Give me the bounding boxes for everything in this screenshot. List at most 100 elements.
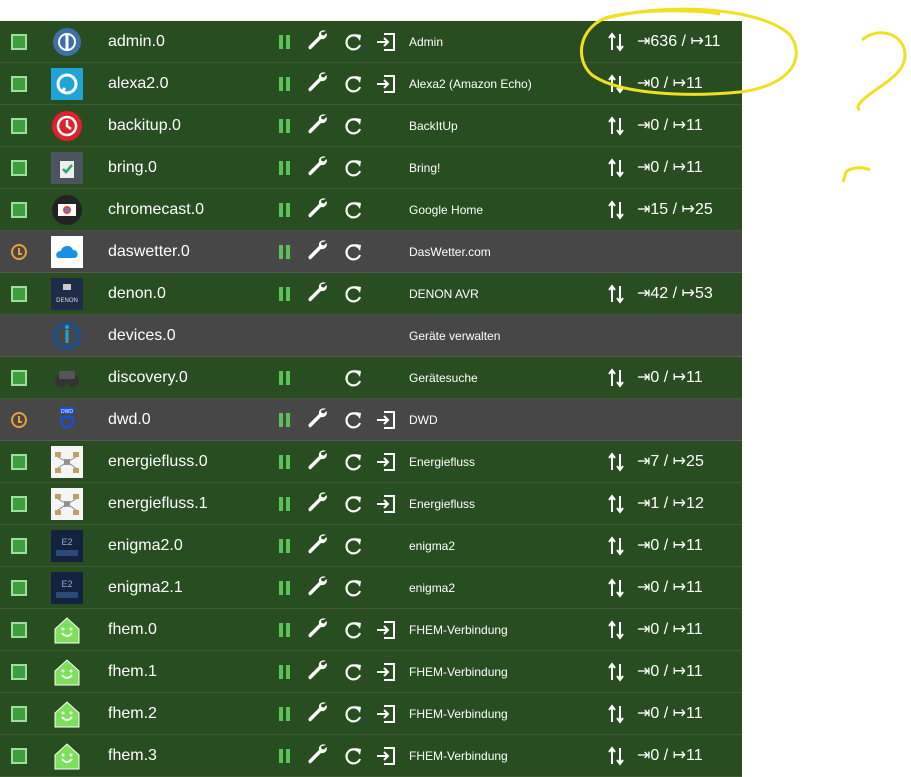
settings-wrench-icon[interactable] [306, 28, 330, 54]
connection-arrows-icon [607, 450, 625, 474]
settings-wrench-icon[interactable] [306, 574, 330, 600]
pause-icon[interactable] [279, 119, 291, 133]
settings-wrench-icon[interactable] [306, 616, 330, 642]
pause-icon[interactable] [279, 665, 291, 679]
pause-icon[interactable] [279, 161, 291, 175]
restart-icon[interactable] [342, 575, 364, 601]
restart-icon[interactable] [342, 659, 364, 685]
instance-row[interactable]: daswetter.0 DasWetter.com [0, 231, 742, 273]
event-counts: ⇥15 / ↦25 [637, 201, 713, 218]
instance-title: FHEM-Verbindung [409, 623, 508, 637]
instance-title: Admin [409, 35, 444, 49]
event-counts: ⇥42 / ↦53 [637, 285, 713, 302]
instance-name: fhem.3 [108, 747, 157, 764]
pause-icon[interactable] [279, 287, 291, 301]
restart-icon[interactable] [342, 29, 364, 55]
restart-icon[interactable] [342, 491, 364, 517]
instance-row[interactable]: bring.0 Bring! ⇥0 / ↦11 [0, 147, 742, 189]
settings-wrench-icon[interactable] [306, 154, 330, 180]
pause-icon[interactable] [279, 245, 291, 259]
restart-icon[interactable] [342, 743, 364, 769]
open-web-link-icon[interactable] [374, 450, 398, 474]
instance-row[interactable]: admin.0 Admin ⇥636 / ↦11 [0, 21, 742, 63]
instance-row[interactable]: fhem.0 FHEM-Verbindung ⇥0 / ↦11 [0, 609, 742, 651]
restart-icon[interactable] [342, 113, 364, 139]
instance-name: energiefluss.0 [108, 453, 208, 470]
restart-icon[interactable] [342, 155, 364, 181]
energiefluss-logo [51, 446, 83, 478]
settings-wrench-icon[interactable] [306, 70, 330, 96]
restart-icon[interactable] [342, 281, 364, 307]
connection-arrows-icon [607, 156, 625, 180]
instance-title: Gerätesuche [409, 371, 478, 385]
status-indicator-icon [11, 748, 27, 764]
open-web-link-icon[interactable] [374, 72, 398, 96]
pause-icon[interactable] [279, 35, 291, 49]
open-web-link-icon[interactable] [374, 744, 398, 768]
instance-row[interactable]: backitup.0 BackItUp ⇥0 / ↦11 [0, 105, 742, 147]
instance-row[interactable]: fhem.2 FHEM-Verbindung ⇥0 / ↦11 [0, 693, 742, 735]
instance-row[interactable]: DWD dwd.0 DWD [0, 399, 742, 441]
instance-row[interactable]: energiefluss.0 Energiefluss ⇥7 / ↦25 [0, 441, 742, 483]
pause-icon[interactable] [279, 623, 291, 637]
settings-wrench-icon[interactable] [306, 532, 330, 558]
alexa-logo [51, 68, 83, 100]
instance-row[interactable]: discovery.0 Gerätesuche ⇥0 / ↦11 [0, 357, 742, 399]
denon-logo: DENON [51, 278, 83, 310]
instance-row[interactable]: E2 enigma2.0 enigma2 ⇥0 / ↦11 [0, 525, 742, 567]
settings-wrench-icon[interactable] [306, 238, 330, 264]
open-web-link-icon[interactable] [374, 618, 398, 642]
open-web-link-icon[interactable] [374, 492, 398, 516]
open-web-link-icon[interactable] [374, 702, 398, 726]
annotation-question-dot [841, 166, 871, 183]
instance-name: backitup.0 [108, 117, 181, 134]
instance-row[interactable]: DENON denon.0 DENON AVR ⇥42 / ↦53 [0, 273, 742, 315]
instance-name: discovery.0 [108, 369, 188, 386]
settings-wrench-icon[interactable] [306, 742, 330, 768]
restart-icon[interactable] [342, 197, 364, 223]
settings-wrench-icon[interactable] [306, 196, 330, 222]
restart-icon[interactable] [342, 71, 364, 97]
instance-row[interactable]: energiefluss.1 Energiefluss ⇥1 / ↦12 [0, 483, 742, 525]
restart-icon[interactable] [342, 617, 364, 643]
settings-wrench-icon[interactable] [306, 448, 330, 474]
pause-icon[interactable] [279, 77, 291, 91]
restart-icon[interactable] [342, 533, 364, 559]
settings-wrench-icon[interactable] [306, 490, 330, 516]
restart-icon[interactable] [342, 407, 364, 433]
instance-row[interactable]: chromecast.0 Google Home ⇥15 / ↦25 [0, 189, 742, 231]
pause-icon[interactable] [279, 371, 291, 385]
open-web-link-icon[interactable] [374, 660, 398, 684]
pause-icon[interactable] [279, 413, 291, 427]
pause-icon[interactable] [279, 749, 291, 763]
settings-wrench-icon[interactable] [306, 700, 330, 726]
settings-wrench-icon[interactable] [306, 280, 330, 306]
connection-arrows-icon [607, 492, 625, 516]
connection-arrows-icon [607, 114, 625, 138]
instance-row[interactable]: devices.0 Geräte verwalten [0, 315, 742, 357]
event-counts: ⇥0 / ↦11 [637, 117, 703, 134]
instance-row[interactable]: alexa2.0 Alexa2 (Amazon Echo) ⇥0 / ↦11 [0, 63, 742, 105]
restart-icon[interactable] [342, 365, 364, 391]
restart-icon[interactable] [342, 449, 364, 475]
settings-wrench-icon[interactable] [306, 112, 330, 138]
instance-row[interactable]: E2 enigma2.1 enigma2 ⇥0 / ↦11 [0, 567, 742, 609]
instance-row[interactable]: fhem.1 FHEM-Verbindung ⇥0 / ↦11 [0, 651, 742, 693]
pause-icon[interactable] [279, 203, 291, 217]
instance-title: Bring! [409, 161, 441, 175]
pause-icon[interactable] [279, 455, 291, 469]
restart-icon[interactable] [342, 701, 364, 727]
status-indicator-icon [11, 160, 27, 176]
open-web-link-icon[interactable] [374, 408, 398, 432]
pause-icon[interactable] [279, 581, 291, 595]
open-web-link-icon[interactable] [374, 30, 398, 54]
pause-icon[interactable] [279, 707, 291, 721]
instance-row[interactable]: fhem.3 FHEM-Verbindung ⇥0 / ↦11 [0, 735, 742, 777]
enigma2-logo: E2 [51, 530, 83, 562]
settings-wrench-icon[interactable] [306, 406, 330, 432]
backitup-logo [51, 110, 83, 142]
pause-icon[interactable] [279, 539, 291, 553]
restart-icon[interactable] [342, 239, 364, 265]
settings-wrench-icon[interactable] [306, 658, 330, 684]
pause-icon[interactable] [279, 497, 291, 511]
